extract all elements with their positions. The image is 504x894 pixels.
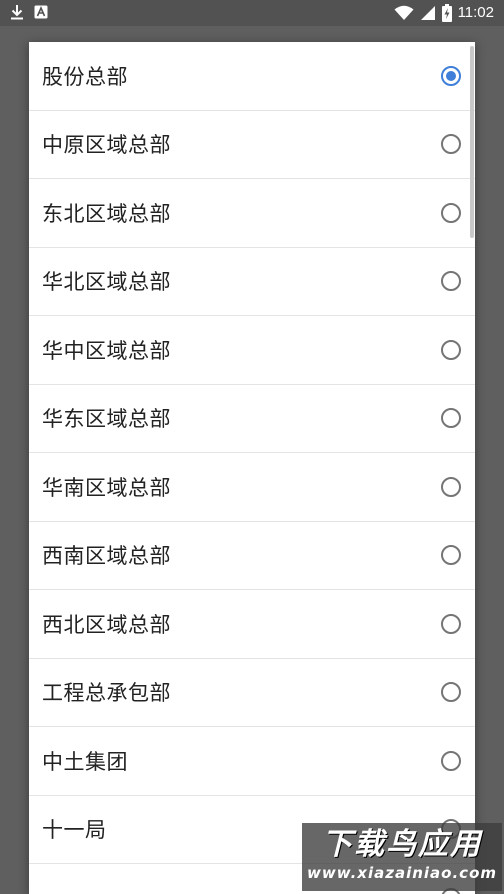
option-item[interactable]: 西南区域总部 [29, 522, 475, 590]
option-item[interactable]: 华中区域总部 [29, 316, 475, 385]
radio-unchecked-icon[interactable] [441, 750, 461, 771]
option-item[interactable]: 中土集团 [29, 727, 475, 796]
option-item[interactable]: 华北区域总部 [29, 248, 475, 316]
watermark: 下载鸟应用 www.xiazainiao.com [302, 823, 502, 891]
option-label: 工程总承包部 [42, 681, 171, 706]
radio-unchecked-icon[interactable] [441, 682, 461, 703]
status-bar: 11:02 [0, 0, 504, 26]
radio-unchecked-icon[interactable] [441, 476, 461, 497]
option-item[interactable]: 股份总部 [29, 42, 475, 111]
option-label: 华中区域总部 [42, 338, 171, 363]
scrollbar-thumb[interactable] [470, 46, 474, 238]
a-notification-icon [34, 5, 48, 19]
option-label: 华东区域总部 [42, 407, 171, 432]
battery-charging-icon [441, 4, 452, 22]
option-label: 十一局 [42, 818, 107, 843]
screen: 11:02 股份总部中原区域总部 东北区域总部 华北区域总部 华中区域总部 华东区域总部… [0, 0, 504, 894]
radio-unchecked-icon[interactable] [441, 339, 461, 360]
radio-unchecked-icon[interactable] [441, 202, 461, 223]
radio-unchecked-icon[interactable] [441, 613, 461, 634]
single-choice-dialog: 股份总部中原区域总部 东北区域总部 华北区域总部 华中区域总部 华东区域总部 华南区域总部… [29, 42, 475, 894]
option-label: 中土集团 [42, 749, 128, 774]
option-item[interactable]: 中原区域总部 [29, 111, 475, 179]
option-label: 中原区域总部 [42, 133, 171, 158]
status-right: 11:02 [394, 3, 494, 23]
watermark-title: 下载鸟应用 [322, 827, 482, 862]
option-label: 华南区域总部 [42, 475, 171, 500]
option-label: 西北区域总部 [42, 612, 171, 637]
option-label: 东北区域总部 [42, 201, 171, 226]
cell-signal-icon [420, 5, 436, 21]
watermark-url: www.xiazainiao.com [306, 864, 498, 882]
option-item[interactable]: 东北区域总部 [29, 179, 475, 248]
option-item[interactable]: 西北区域总部 [29, 590, 475, 659]
status-left [10, 4, 48, 20]
option-label: 西南区域总部 [42, 544, 171, 569]
radio-unchecked-icon[interactable] [441, 545, 461, 566]
option-item[interactable]: 华东区域总部 [29, 385, 475, 453]
option-label: 股份总部 [42, 64, 128, 89]
radio-unchecked-icon[interactable] [441, 408, 461, 429]
radio-unchecked-icon[interactable] [441, 134, 461, 155]
option-list: 股份总部中原区域总部 东北区域总部 华北区域总部 华中区域总部 华东区域总部 华南区域总部… [29, 42, 475, 894]
option-item[interactable]: 工程总承包部 [29, 659, 475, 727]
option-label: 华北区域总部 [42, 270, 171, 295]
radio-unchecked-icon[interactable] [441, 271, 461, 292]
option-item[interactable]: 华南区域总部 [29, 453, 475, 522]
radio-checked-icon[interactable] [441, 65, 461, 86]
download-icon [10, 4, 24, 20]
wifi-icon [394, 5, 414, 21]
status-time: 11:02 [457, 4, 494, 21]
